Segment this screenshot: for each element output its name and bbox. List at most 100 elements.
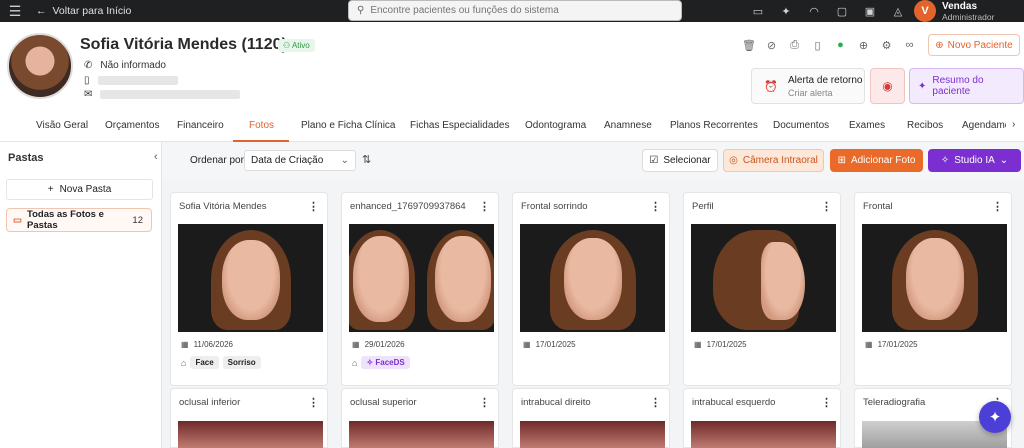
sort-direction-icon[interactable]: ⇅: [362, 153, 371, 166]
new-patient-button[interactable]: ⊕ Novo Paciente: [928, 34, 1020, 56]
more-icon[interactable]: ⋮: [650, 396, 661, 409]
tab-fotos[interactable]: Fotos: [249, 120, 274, 131]
photo-card[interactable]: oclusal inferior ⋮: [170, 388, 328, 448]
chevron-down-icon: ⌄: [999, 155, 1009, 166]
tab-exames[interactable]: Exames: [849, 120, 885, 131]
folder-count: 12: [132, 214, 143, 226]
sparkle-icon[interactable]: ✦: [780, 5, 792, 18]
tab-planos-recorrentes[interactable]: Planos Recorrentes: [670, 120, 758, 131]
all-photos-folder[interactable]: ▭ Todas as Fotos e Pastas 12: [6, 208, 152, 232]
block-icon[interactable]: ⊘: [765, 39, 778, 52]
search-bar[interactable]: ⚲: [348, 0, 682, 21]
photos-toolbar: Ordenar por Data de Criação ⌄ ⇅ ☑ Seleci…: [162, 142, 1024, 180]
photo-card[interactable]: Frontal sorrindo ⋮ ▦ 17/01/2025: [512, 192, 670, 386]
sort-label: Ordenar por: [190, 155, 244, 166]
eye-button[interactable]: ◉: [870, 68, 905, 104]
more-icon[interactable]: ⋮: [308, 200, 319, 213]
tab-financeiro[interactable]: Financeiro: [177, 120, 224, 131]
tab-anamnese[interactable]: Anamnese: [604, 120, 652, 131]
calendar-icon: ▦: [523, 340, 531, 349]
photo-card[interactable]: Frontal ⋮ ▦ 17/01/2025: [854, 192, 1012, 386]
tab-orcamentos[interactable]: Orçamentos: [105, 120, 159, 131]
whatsapp-icon[interactable]: ●: [834, 39, 847, 52]
tab-recibos[interactable]: Recibos: [907, 120, 943, 131]
photo-card[interactable]: Sofia Vitória Mendes ⋮ ▦ 11/06/2026 ⌂ Fac…: [170, 192, 328, 386]
link-icon[interactable]: ∞: [903, 39, 916, 52]
print-icon[interactable]: ⎙: [788, 39, 801, 52]
more-icon[interactable]: ⋮: [650, 200, 661, 213]
calendar-icon: ▦: [181, 340, 189, 349]
photo-date: ▦ 17/01/2025: [865, 340, 918, 349]
search-input[interactable]: [370, 5, 671, 16]
more-icon[interactable]: ⋮: [992, 200, 1003, 213]
menu-icon[interactable]: ☰: [0, 3, 30, 20]
photo-image[interactable]: [520, 224, 665, 332]
photo-image[interactable]: [862, 224, 1007, 332]
user-menu[interactable]: V Vendas Administrador ⌄: [914, 0, 1024, 22]
folder-icon: ▭: [13, 214, 22, 226]
more-icon[interactable]: ⋮: [821, 200, 832, 213]
sort-select[interactable]: Data de Criação ⌄: [244, 150, 356, 171]
tag-icon: ⌂: [181, 357, 187, 368]
photo-image[interactable]: [691, 421, 836, 448]
tag[interactable]: Sorriso: [222, 356, 261, 369]
chevron-right-icon[interactable]: ›: [1012, 119, 1015, 130]
add-image-icon: ⊞: [837, 155, 846, 166]
trash-icon[interactable]: 🗑: [742, 39, 756, 52]
photo-image[interactable]: [178, 421, 323, 448]
chat-icon[interactable]: ▢: [836, 5, 848, 18]
tab-visao-geral[interactable]: Visão Geral: [36, 120, 88, 131]
tab-agendamentos[interactable]: Agendamentos: [962, 120, 1006, 131]
settings-icon[interactable]: ⚙: [880, 39, 893, 52]
tag[interactable]: ✧ FaceDS: [361, 356, 410, 369]
tab-odontograma[interactable]: Odontograma: [525, 120, 586, 131]
mobile-value-redacted: [97, 76, 178, 85]
photo-image[interactable]: [349, 421, 494, 448]
photo-name: oclusal inferior: [179, 397, 241, 408]
globe-icon[interactable]: ⊕: [857, 39, 870, 52]
add-photo-button[interactable]: ⊞ Adicionar Foto: [830, 149, 923, 172]
photo-card[interactable]: oclusal superior ⋮: [341, 388, 499, 448]
back-link[interactable]: ← Voltar para Início: [36, 5, 131, 17]
tag[interactable]: Face: [190, 356, 219, 369]
photo-card[interactable]: intrabucal esquerdo ⋮: [683, 388, 841, 448]
more-icon[interactable]: ⋮: [308, 396, 319, 409]
intraoral-camera-button[interactable]: ◎ Câmera Intraoral: [723, 149, 824, 172]
photo-image[interactable]: [520, 421, 665, 448]
photo-card[interactable]: enhanced_1769709937864 ⋮ ▦ 29/01/2026 ⌂ ✧…: [341, 192, 499, 386]
photo-name: Frontal: [863, 201, 893, 212]
more-icon[interactable]: ⋮: [821, 396, 832, 409]
more-icon[interactable]: ⋮: [479, 200, 490, 213]
photo-image[interactable]: [349, 224, 494, 332]
chevron-left-icon[interactable]: ‹: [154, 151, 158, 163]
plus-circle-icon: ⊕: [935, 39, 944, 51]
patient-summary-button[interactable]: ✦ Resumo do paciente: [909, 68, 1024, 104]
photo-name: Frontal sorrindo: [521, 201, 588, 212]
phone-device-icon[interactable]: ▯: [811, 39, 824, 52]
photo-card[interactable]: Perfil ⋮ ▦ 17/01/2025: [683, 192, 841, 386]
return-alert-button[interactable]: ⏰ Alerta de retorno Criar alerta: [751, 68, 865, 104]
ai-assistant-button[interactable]: ✦: [979, 401, 1011, 433]
photo-name: oclusal superior: [350, 397, 417, 408]
photo-image[interactable]: [178, 224, 323, 332]
video-icon[interactable]: ▭: [752, 5, 764, 18]
photo-tags: ⌂ Face Sorriso: [181, 356, 261, 369]
studio-ia-button[interactable]: ✧ Studio IA ⌄: [928, 149, 1021, 172]
header-icons: 🗑 ⊘ ⎙ ▯ ● ⊕ ⚙ ∞: [742, 39, 916, 52]
headset-icon[interactable]: ◠: [808, 5, 820, 18]
camera-icon: ◎: [729, 155, 738, 166]
tab-plano-ficha[interactable]: Plano e Ficha Clínica: [301, 120, 396, 131]
photo-card[interactable]: intrabucal direito ⋮: [512, 388, 670, 448]
gift-icon[interactable]: ▣: [864, 5, 876, 18]
tab-documentos[interactable]: Documentos: [773, 120, 829, 131]
bell-icon[interactable]: ◬: [892, 5, 904, 18]
select-button[interactable]: ☑ Selecionar: [642, 149, 718, 172]
photo-image[interactable]: [691, 224, 836, 332]
top-icons: ▭ ✦ ◠ ▢ ▣ ◬: [752, 0, 904, 22]
arrow-left-icon: ←: [36, 5, 47, 17]
photo-name: Sofia Vitória Mendes: [179, 201, 267, 212]
patient-photo[interactable]: [7, 33, 73, 99]
tab-fichas-especialidades[interactable]: Fichas Especialidades: [410, 120, 510, 131]
more-icon[interactable]: ⋮: [479, 396, 490, 409]
new-folder-button[interactable]: + Nova Pasta: [6, 179, 153, 200]
